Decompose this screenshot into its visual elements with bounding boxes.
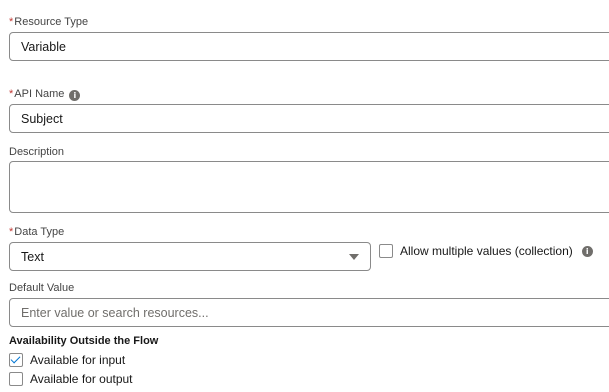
availability-title: Availability Outside the Flow xyxy=(9,335,159,347)
available-input-checkbox[interactable] xyxy=(9,353,23,367)
default-value-placeholder: Enter value or search resources... xyxy=(21,305,209,320)
required-mark: * xyxy=(9,16,14,28)
available-output-label: Available for output xyxy=(30,372,133,386)
chevron-down-icon xyxy=(349,253,359,260)
api-name-input[interactable]: Subject xyxy=(9,104,609,133)
required-mark: * xyxy=(9,88,14,100)
resource-type-field[interactable]: Variable xyxy=(9,32,609,61)
resource-type-label: *Resource Type xyxy=(9,16,89,28)
available-input-row[interactable]: Available for input xyxy=(9,353,125,367)
default-value-label: Default Value xyxy=(9,282,75,294)
required-mark: * xyxy=(9,226,14,238)
data-type-label: *Data Type xyxy=(9,226,65,238)
allow-multiple-row[interactable]: Allow multiple values (collection) i xyxy=(379,244,593,258)
default-value-input[interactable]: Enter value or search resources... xyxy=(9,298,609,327)
description-textarea[interactable] xyxy=(9,161,609,213)
resource-type-value: Variable xyxy=(21,39,66,54)
data-type-select[interactable]: Text xyxy=(9,242,371,271)
available-output-row[interactable]: Available for output xyxy=(9,372,133,386)
info-icon[interactable]: i xyxy=(69,90,81,101)
api-name-label: *API Name i xyxy=(9,87,81,101)
available-input-label: Available for input xyxy=(30,353,126,367)
description-label: Description xyxy=(9,146,65,158)
available-output-checkbox[interactable] xyxy=(9,372,23,386)
allow-multiple-label: Allow multiple values (collection) xyxy=(400,244,573,258)
info-icon[interactable]: i xyxy=(581,245,593,257)
data-type-selected: Text xyxy=(21,249,44,264)
allow-multiple-checkbox[interactable] xyxy=(379,244,393,258)
api-name-value: Subject xyxy=(21,111,63,126)
